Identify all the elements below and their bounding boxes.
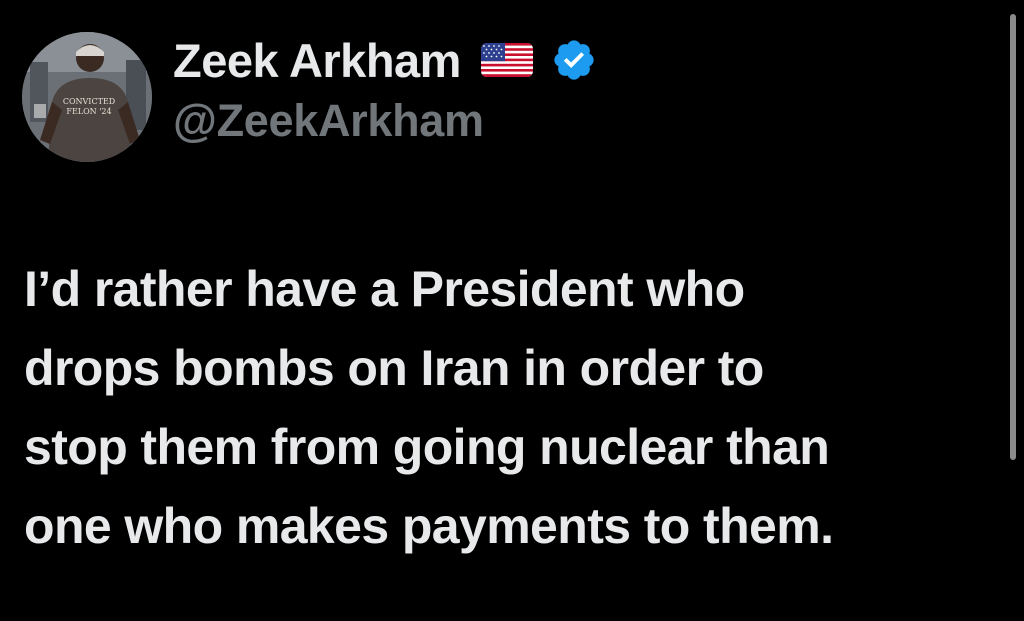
- avatar-shirt-text-line1: CONVICTED: [63, 97, 115, 106]
- avatar-photo: CONVICTED FELON '24: [22, 32, 152, 162]
- tweet-text-line: drops bombs on Iran in order to: [24, 340, 764, 396]
- verified-badge-icon[interactable]: [551, 37, 597, 83]
- author-name-row: Zeek Arkham: [173, 28, 597, 92]
- tweet-card: CONVICTED FELON '24 Zeek Arkham @ZeekArk…: [0, 0, 1024, 621]
- display-name[interactable]: Zeek Arkham: [173, 37, 461, 84]
- tweet-text-line: I’d rather have a President who: [24, 261, 745, 317]
- tweet-text-line: stop them from going nuclear than: [24, 419, 830, 475]
- scrollbar[interactable]: [1010, 14, 1016, 460]
- author-handle[interactable]: @ZeekArkham: [173, 98, 484, 143]
- avatar-shirt-text-line2: FELON '24: [66, 107, 111, 116]
- avatar[interactable]: CONVICTED FELON '24: [22, 32, 152, 162]
- tweet-text: I’d rather have a President who drops bo…: [24, 250, 1004, 566]
- tweet-text-line: one who makes payments to them.: [24, 498, 834, 554]
- us-flag-icon: [480, 43, 533, 77]
